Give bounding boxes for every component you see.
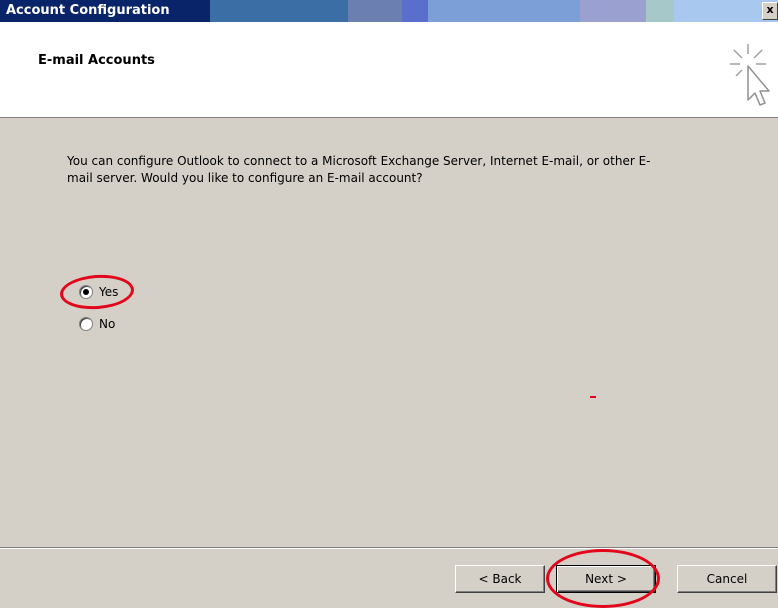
title-bar-segment	[210, 0, 348, 22]
title-bar: Account Configuration x	[0, 0, 778, 22]
back-button[interactable]: < Back	[455, 565, 545, 593]
title-bar-segment	[428, 0, 580, 22]
wizard-header: E-mail Accounts	[0, 22, 778, 118]
footer-divider-highlight	[0, 548, 778, 549]
title-bar-segment	[348, 0, 402, 22]
window-title: Account Configuration	[6, 3, 170, 18]
close-button[interactable]: x	[762, 2, 778, 20]
title-bar-segment	[402, 0, 428, 22]
page-title: E-mail Accounts	[38, 53, 155, 68]
configure-question-text: You can configure Outlook to connect to …	[67, 154, 651, 185]
account-configuration-dialog: Account Configuration x E-mail Accounts …	[0, 0, 778, 608]
radio-no-label[interactable]: No	[99, 317, 115, 331]
wizard-cursor-sparkle-icon	[730, 44, 770, 106]
yes-highlight-circle	[58, 272, 136, 312]
annotation-mark	[590, 396, 596, 398]
radio-no[interactable]: No	[79, 317, 115, 331]
title-bar-segment	[580, 0, 646, 22]
next-highlight-circle	[546, 549, 660, 608]
cancel-button[interactable]: Cancel	[677, 565, 777, 593]
title-bar-segment	[646, 0, 674, 22]
radio-unselected-icon[interactable]	[79, 317, 93, 331]
